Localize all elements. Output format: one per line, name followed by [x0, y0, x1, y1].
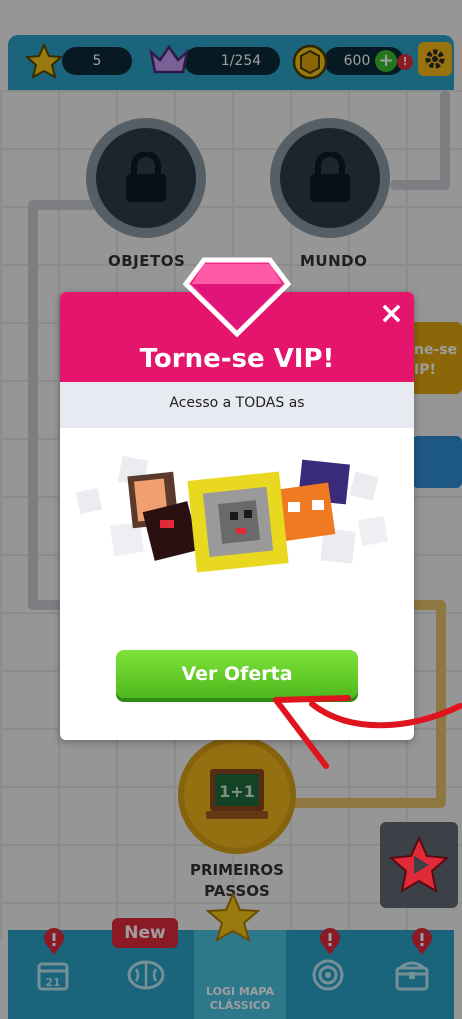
close-button[interactable]: ×	[379, 298, 404, 330]
modal-subtitle: Acesso a TODAS as	[60, 382, 414, 428]
diamond-icon	[182, 257, 292, 338]
screen: 5 1/254 600 + ! OBJETOS MUNDO ne-se IP! …	[0, 0, 462, 1019]
characters-illustration	[75, 455, 389, 573]
play-star-icon	[389, 836, 449, 893]
vip-modal: × Torne-se VIP! Acesso a TODAS as Ver Of…	[60, 257, 414, 740]
video-play-button[interactable]	[380, 822, 458, 908]
red-arrow-annotation	[273, 695, 462, 769]
modal-title: Torne-se VIP!	[139, 344, 335, 374]
